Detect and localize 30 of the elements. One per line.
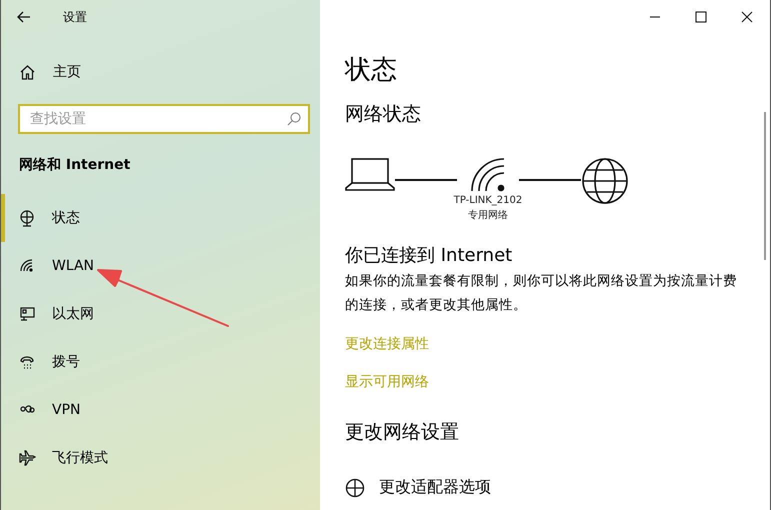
close-icon [741,11,753,23]
network-type: 专用网络 [468,208,508,223]
back-arrow-icon [17,11,31,23]
adapter-options-link[interactable]: 更改适配器选项 [345,477,491,498]
search-field[interactable]: 查找设置 [18,104,310,134]
scrollbar[interactable] [764,112,766,260]
status-icon [19,210,36,226]
connection-heading: 你已连接到 Internet [345,244,514,267]
maximize-icon [695,11,707,23]
laptop-icon [345,157,395,191]
home-icon [19,64,36,80]
sidebar-item[interactable]: 以太网 [1,290,320,338]
ethernet-icon [19,306,36,322]
network-name: TP-LINK_2102 [454,194,522,208]
sidebar-item[interactable]: 飞行模式 [1,434,320,482]
airplane-icon [19,450,36,466]
dialup-icon [19,354,36,370]
sidebar-item[interactable]: WLAN [1,242,320,290]
sidebar-item[interactable]: 拨号 [1,338,320,386]
section-heading: 更改网络设置 [345,420,460,445]
wifi-icon [470,157,506,193]
section-heading: 网络状态 [345,102,422,127]
page-title: 状态 [345,54,398,87]
section-heading: 网络和 Internet [19,156,132,174]
globe-icon [345,478,365,498]
search-icon [287,112,301,126]
window-title: 设置 [63,8,87,26]
connection-description: 如果你的流量套餐有限制，则你可以将此网络设置为按流量计费的连接，或者更改其他属性。 [345,272,738,315]
sidebar-item[interactable]: VPN [1,386,320,434]
home-link[interactable]: 主页 [1,57,320,87]
